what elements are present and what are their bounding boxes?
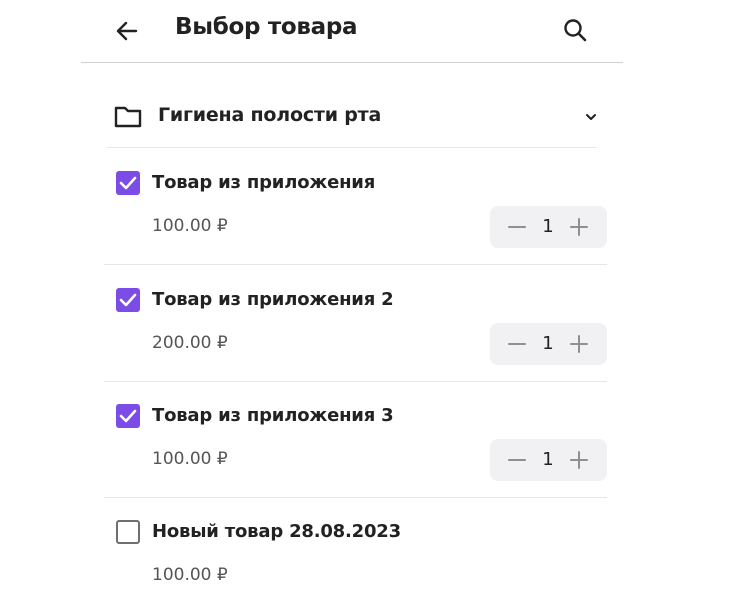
quantity-stepper: 1 bbox=[490, 206, 607, 248]
folder-icon bbox=[114, 106, 142, 128]
chevron-down-icon[interactable] bbox=[582, 108, 600, 126]
checkmark-icon bbox=[119, 293, 137, 307]
quantity-value: 1 bbox=[542, 216, 554, 237]
minus-icon[interactable] bbox=[507, 450, 527, 470]
product-name: Товар из приложения 2 bbox=[152, 289, 394, 310]
product-name: Товар из приложения bbox=[152, 172, 376, 193]
product-price: 100.00 ₽ bbox=[152, 565, 228, 585]
product-price: 100.00 ₽ bbox=[152, 216, 228, 236]
search-button[interactable] bbox=[561, 16, 589, 44]
product-checkbox[interactable] bbox=[116, 520, 140, 544]
product-checkbox[interactable] bbox=[116, 404, 140, 428]
product-price: 100.00 ₽ bbox=[152, 449, 228, 469]
checkmark-icon bbox=[119, 176, 137, 190]
product-item: Товар из приложения 2 200.00 ₽ 1 bbox=[104, 265, 607, 382]
product-item: Новый товар 28.08.2023 100.00 ₽ bbox=[104, 497, 607, 613]
search-icon bbox=[564, 19, 587, 42]
quantity-stepper: 1 bbox=[490, 439, 607, 481]
checkmark-icon bbox=[119, 409, 137, 423]
arrow-left-icon bbox=[116, 21, 138, 41]
plus-icon[interactable] bbox=[569, 217, 589, 237]
app-header: Выбор товара bbox=[81, 0, 623, 63]
page-title: Выбор товара bbox=[175, 14, 358, 40]
product-checkbox[interactable] bbox=[116, 171, 140, 195]
plus-icon[interactable] bbox=[569, 450, 589, 470]
product-name: Товар из приложения 3 bbox=[152, 405, 394, 426]
quantity-value: 1 bbox=[542, 333, 554, 354]
product-price: 200.00 ₽ bbox=[152, 333, 228, 353]
category-group-header[interactable]: Гигиена полости рта bbox=[107, 88, 596, 148]
quantity-stepper: 1 bbox=[490, 323, 607, 365]
quantity-value: 1 bbox=[542, 449, 554, 470]
minus-icon[interactable] bbox=[507, 334, 527, 354]
product-name: Новый товар 28.08.2023 bbox=[152, 521, 401, 542]
product-item: Товар из приложения 100.00 ₽ 1 bbox=[104, 148, 607, 265]
category-label: Гигиена полости рта bbox=[158, 104, 382, 126]
product-item: Товар из приложения 3 100.00 ₽ 1 bbox=[104, 381, 607, 498]
back-button[interactable] bbox=[113, 17, 141, 45]
minus-icon[interactable] bbox=[507, 217, 527, 237]
plus-icon[interactable] bbox=[569, 334, 589, 354]
product-checkbox[interactable] bbox=[116, 288, 140, 312]
